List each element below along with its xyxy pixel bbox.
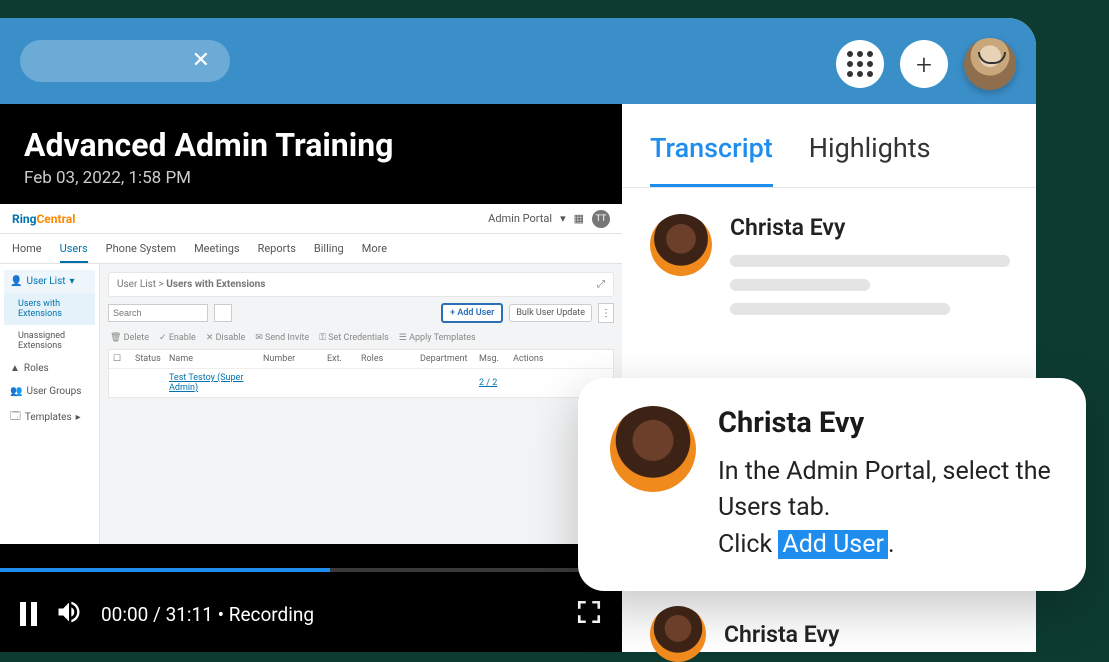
- search-input[interactable]: ✕: [20, 40, 230, 82]
- filter-icon[interactable]: [214, 304, 232, 322]
- transcript-tabs: Transcript Highlights: [622, 104, 1036, 188]
- rc-nav-more[interactable]: More: [362, 242, 387, 255]
- rc-nav: Home Users Phone System Meetings Reports…: [0, 234, 622, 264]
- grid-icon[interactable]: ▦: [574, 212, 584, 225]
- transcript-highlight-card: Christa Evy In the Admin Portal, select …: [578, 378, 1086, 591]
- rc-row-actions: 🗑 Delete ✓ Enable ✕ Disable ✉ Send Invit…: [108, 329, 614, 349]
- speaker-name: Christa Evy: [724, 621, 839, 648]
- volume-button[interactable]: [55, 598, 83, 631]
- rc-nav-reports[interactable]: Reports: [258, 242, 296, 255]
- rc-side-groups[interactable]: 👥 User Groups: [4, 380, 95, 403]
- speaker-name: Christa Evy: [730, 214, 1010, 241]
- rc-breadcrumb: User List > Users with Extensions ⤢: [108, 272, 614, 297]
- progress-fill: [0, 568, 330, 572]
- speaker-avatar: [650, 214, 712, 276]
- rc-side-users-ext[interactable]: Users with Extensions: [4, 293, 95, 325]
- tab-transcript[interactable]: Transcript: [650, 132, 773, 187]
- progress-bar[interactable]: [0, 568, 622, 572]
- top-right-controls: +: [836, 38, 1016, 90]
- tab-highlights[interactable]: Highlights: [809, 132, 931, 187]
- text-placeholder: [730, 279, 870, 291]
- rc-nav-home[interactable]: Home: [12, 242, 42, 255]
- video-panel: Advanced Admin Training Feb 03, 2022, 1:…: [0, 104, 622, 652]
- rc-side-userlist[interactable]: 👤 User List ▾: [4, 270, 95, 293]
- transcript-entry[interactable]: Christa Evy: [650, 214, 1008, 327]
- more-icon[interactable]: ⋮: [598, 303, 614, 323]
- pause-button[interactable]: [20, 602, 37, 626]
- text-placeholder: [730, 303, 950, 315]
- rc-side-templates[interactable]: 🗔 Templates ▸: [4, 403, 95, 432]
- rc-side-roles[interactable]: ▲ Roles: [4, 357, 95, 380]
- transcript-line: Click Add User.: [718, 527, 1054, 563]
- speaker-name: Christa Evy: [718, 406, 1054, 440]
- bulk-update-button[interactable]: Bulk User Update: [509, 304, 592, 322]
- text-placeholder: [730, 255, 1010, 267]
- shared-screen: RingCentral Admin Portal ▾ ▦ TT Home Use…: [0, 204, 622, 544]
- dialpad-button[interactable]: [836, 40, 884, 88]
- player-controls: 00:00 / 31:11 • Recording: [0, 576, 622, 652]
- admin-portal-link[interactable]: Admin Portal: [488, 212, 552, 225]
- transcript-line: In the Admin Portal, select the Users ta…: [718, 454, 1054, 527]
- expand-icon[interactable]: ⤢: [597, 279, 605, 290]
- rc-side-unassigned[interactable]: Unassigned Extensions: [4, 325, 95, 357]
- rc-nav-billing[interactable]: Billing: [314, 242, 344, 255]
- rc-user-badge[interactable]: TT: [592, 210, 610, 228]
- close-icon[interactable]: ✕: [192, 50, 210, 72]
- add-button[interactable]: +: [900, 40, 948, 88]
- transcript-entry[interactable]: Christa Evy: [650, 606, 839, 662]
- rc-nav-users[interactable]: Users: [60, 242, 88, 263]
- rc-logo: RingCentral: [12, 212, 75, 226]
- rc-sidebar: 👤 User List ▾ Users with Extensions Unas…: [0, 264, 100, 544]
- rc-top-bar: RingCentral Admin Portal ▾ ▦ TT: [0, 204, 622, 234]
- transcript-list: Christa Evy: [622, 188, 1036, 391]
- speaker-avatar: [610, 406, 696, 492]
- fullscreen-button[interactable]: [576, 599, 602, 630]
- profile-avatar[interactable]: [964, 38, 1016, 90]
- plus-icon: +: [916, 48, 932, 81]
- table-row[interactable]: ☐ Test Testoy (Super Admin) (213) 296-08…: [109, 369, 613, 397]
- add-user-button[interactable]: + Add User: [441, 303, 503, 323]
- rc-search-input[interactable]: [108, 304, 208, 322]
- highlighted-term[interactable]: Add User: [778, 530, 888, 559]
- rc-nav-meetings[interactable]: Meetings: [194, 242, 239, 255]
- speaker-avatar: [650, 606, 706, 662]
- time-display: 00:00 / 31:11 • Recording: [101, 603, 314, 626]
- top-bar: ✕ +: [0, 18, 1036, 104]
- rc-table-header: ☐ Status Name Number Ext. Roles Departme…: [109, 350, 613, 369]
- video-date: Feb 03, 2022, 1:58 PM: [0, 168, 622, 204]
- video-title: Advanced Admin Training: [0, 104, 622, 168]
- rc-nav-phone[interactable]: Phone System: [106, 242, 176, 255]
- rc-table: ☐ Status Name Number Ext. Roles Departme…: [108, 349, 614, 398]
- rc-main: User List > Users with Extensions ⤢ + Ad…: [100, 264, 622, 544]
- dialpad-icon: [847, 51, 873, 77]
